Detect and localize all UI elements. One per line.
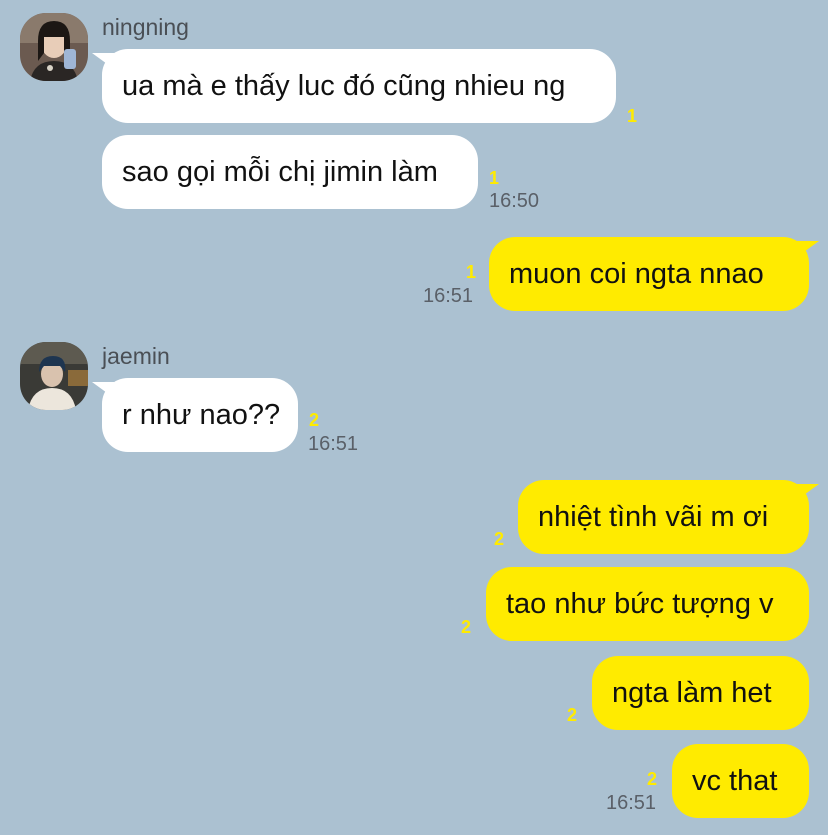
message-text: sao gọi mỗi chị jimin làm: [122, 155, 438, 188]
message-timestamp: 16:51: [308, 433, 359, 455]
message-bubble-outgoing[interactable]: ngta làm het: [592, 656, 809, 730]
message-bubble-outgoing[interactable]: vc that: [672, 744, 809, 818]
avatar-jaemin[interactable]: [20, 342, 88, 410]
avatar-ningning[interactable]: [20, 13, 88, 81]
message-timestamp: 16:50: [489, 190, 540, 212]
unread-count: 2: [647, 769, 658, 789]
message-bubble-incoming[interactable]: sao gọi mỗi chị jimin làm: [102, 135, 478, 209]
message-text: muon coi ngta nnao: [509, 257, 764, 290]
message-text: nhiệt tình vãi m ơi: [538, 500, 769, 533]
unread-count: 2: [567, 705, 578, 725]
sender-name-jaemin: jaemin: [102, 343, 170, 369]
unread-count: 1: [466, 262, 477, 282]
unread-count: 1: [489, 168, 500, 188]
message-bubble-incoming[interactable]: ua mà e thấy luc đó cũng nhieu ng: [92, 49, 616, 123]
message-bubble-outgoing[interactable]: nhiệt tình vãi m ơi: [518, 480, 819, 554]
message-timestamp: 16:51: [423, 285, 474, 307]
unread-count: 2: [494, 529, 505, 549]
message-timestamp: 16:51: [606, 792, 657, 814]
message-bubble-outgoing[interactable]: tao như bức tượng v: [486, 567, 809, 641]
message-text: ua mà e thấy luc đó cũng nhieu ng: [122, 69, 566, 102]
unread-count: 2: [461, 617, 472, 637]
message-bubble-outgoing[interactable]: muon coi ngta nnao: [489, 237, 819, 311]
sender-name-ningning: ningning: [102, 14, 189, 40]
message-text: r như nao??: [122, 398, 281, 431]
message-bubble-incoming[interactable]: r như nao??: [92, 378, 298, 452]
unread-count: 2: [309, 410, 320, 430]
message-text: tao như bức tượng v: [506, 587, 774, 620]
message-text: vc that: [692, 764, 778, 797]
message-text: ngta làm het: [612, 676, 772, 709]
unread-count: 1: [627, 106, 638, 126]
